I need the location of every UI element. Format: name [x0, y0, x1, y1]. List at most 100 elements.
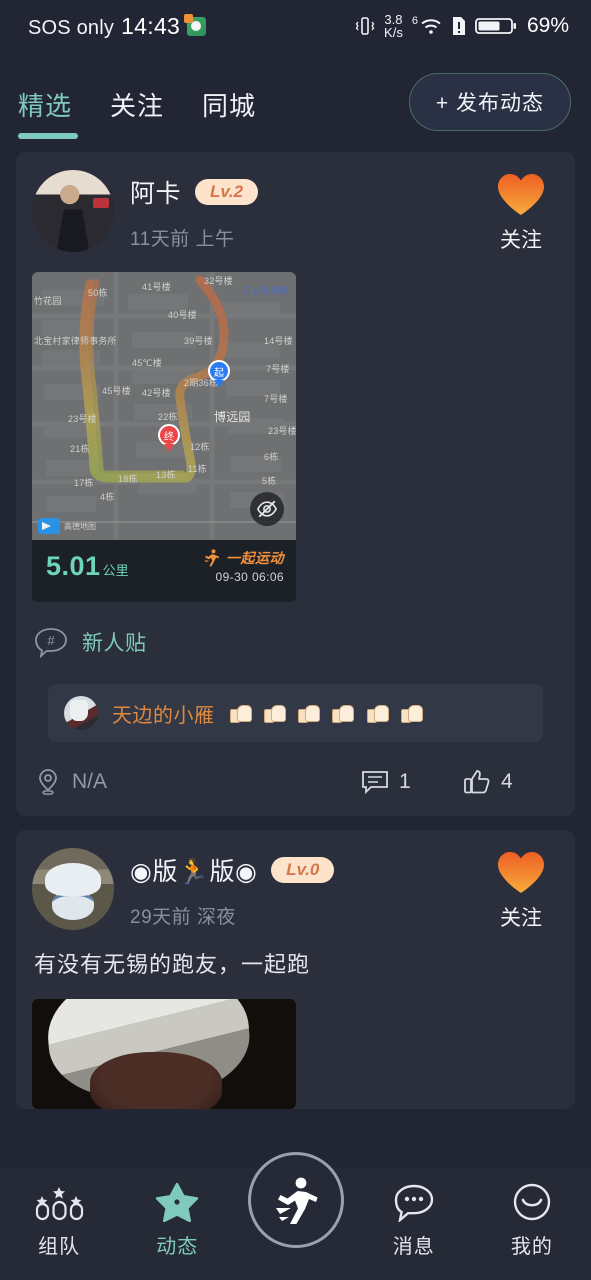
map-label: 13栋: [156, 470, 176, 480]
map-label: 博远园: [214, 410, 251, 424]
comment-author: 天边的小雁: [112, 704, 215, 727]
map-label: 11栋: [188, 464, 207, 474]
comment-count[interactable]: 1: [361, 769, 453, 795]
svg-text:#: #: [47, 633, 55, 648]
user-name[interactable]: 阿卡: [130, 174, 181, 210]
map-label: 6栋: [264, 452, 279, 462]
comment-preview[interactable]: 天边的小雁: [48, 684, 543, 742]
level-badge: Lv.0: [271, 857, 335, 883]
nav-label-profile: 我的: [510, 1236, 553, 1258]
carrier-label: SOS only: [28, 16, 115, 39]
nav-label-messages: 消息: [392, 1236, 435, 1258]
map-label: 41号楼: [142, 282, 171, 292]
thumbs-up-emoji: [263, 702, 286, 724]
nav-item-feed[interactable]: 动态: [118, 1182, 236, 1259]
nav-label-team: 组队: [38, 1236, 81, 1258]
nav-item-profile[interactable]: 我的: [473, 1182, 591, 1259]
start-run-button[interactable]: [247, 1152, 344, 1248]
map-label: 45号楼: [102, 386, 131, 396]
post-timestamp: 29天前 深夜: [130, 907, 236, 928]
post-footer: N/A 1 4: [32, 742, 559, 816]
runner-brand-icon: [204, 549, 219, 567]
post-location-label: N/A: [72, 770, 108, 793]
hashtag-icon: #: [35, 628, 67, 658]
publish-post-button[interactable]: + 发布动态: [408, 73, 571, 131]
distance-value: 5.01: [46, 550, 101, 581]
nav-item-team[interactable]: 组队: [0, 1182, 118, 1259]
map-attribution: 高德地图: [38, 518, 96, 534]
post-body-text: 有没有无锡的跑友，一起跑: [34, 952, 311, 977]
user-name[interactable]: ◉版🏃版◉: [130, 852, 257, 888]
post-photo[interactable]: [32, 998, 296, 1109]
map-provider-icon: [38, 518, 60, 534]
follow-label: 关注: [500, 907, 542, 930]
post-user-meta: 阿卡 Lv.2 11天前 上午: [130, 170, 467, 251]
comment-icon: [362, 771, 388, 795]
map-label: 21栋: [70, 444, 90, 454]
run-map-card[interactable]: 50栋 41号楼 32号楼 万太家具城 40号楼 39号楼 14号楼 7号楼 4…: [32, 272, 296, 602]
comment-count-value: 1: [399, 770, 411, 793]
feed-list: 阿卡 Lv.2 11天前 上午 关注 50栋 41号楼 32号楼 万太家具城 4…: [0, 152, 591, 1109]
distance-unit: 公里: [102, 562, 129, 578]
route-map[interactable]: 50栋 41号楼 32号楼 万太家具城 40号楼 39号楼 14号楼 7号楼 4…: [32, 272, 296, 540]
thumbs-up-emoji: [400, 702, 423, 724]
team-icon: [35, 1187, 84, 1221]
run-brand-label: 一起运动: [226, 550, 284, 566]
map-label: 竹花园: [34, 296, 62, 306]
post-user-meta: ◉版🏃版◉ Lv.0 29天前 深夜: [130, 848, 467, 929]
avatar[interactable]: [32, 170, 114, 252]
clock-label: 14:43: [121, 12, 181, 39]
tab-nearby[interactable]: 同城: [200, 82, 258, 123]
post-header: 阿卡 Lv.2 11天前 上午 关注: [32, 170, 559, 254]
heart-icon: [498, 852, 544, 893]
battery-icon: [475, 18, 516, 34]
map-label: 4栋: [100, 492, 115, 502]
map-label: 18栋: [118, 474, 138, 484]
post-tag-label: 新人贴: [82, 632, 147, 655]
heart-icon: [498, 174, 544, 215]
thumbs-up-icon: [464, 770, 490, 794]
distance-readout: 5.01 公里: [46, 551, 129, 582]
map-label: 12栋: [190, 442, 210, 452]
tab-following[interactable]: 关注: [108, 82, 166, 123]
user-name-row: ◉版🏃版◉ Lv.0: [130, 852, 467, 888]
sim-alert-icon: [452, 17, 465, 35]
network-speed-unit: K/s: [384, 25, 403, 40]
post-timestamp: 11天前 上午: [130, 229, 235, 250]
bottom-navigation: 组队 动态 消息 我的: [0, 1152, 591, 1280]
battery-percent-label: 69%: [526, 14, 569, 37]
eye-slash-icon[interactable]: [250, 492, 284, 526]
status-bar-left: SOS only 14:43: [28, 12, 207, 40]
map-label: 万太家具城: [242, 286, 289, 296]
run-date-label: 09-30 06:06: [215, 570, 284, 584]
map-label: 39号楼: [184, 336, 213, 346]
like-count[interactable]: 4: [463, 768, 555, 796]
thumbs-up-emoji: [297, 702, 321, 724]
weather-icon: [184, 13, 207, 36]
post-tag[interactable]: # 新人贴: [32, 602, 559, 664]
thumbs-up-emoji: [229, 702, 252, 724]
map-label: 32号楼: [204, 276, 233, 286]
comment-emoji-row: [229, 702, 426, 724]
thumbs-up-emoji: [366, 702, 389, 724]
runner-icon: [275, 1177, 318, 1224]
vibrate-icon: [355, 17, 375, 35]
nav-item-messages[interactable]: 消息: [355, 1182, 473, 1259]
tab-list: 精选 关注 同城: [16, 82, 409, 139]
post-card[interactable]: 阿卡 Lv.2 11天前 上午 关注 50栋 41号楼 32号楼 万太家具城 4…: [16, 152, 575, 816]
wifi-icon: [421, 19, 441, 34]
map-label: 40号楼: [168, 310, 197, 320]
thumbs-up-emoji: [331, 702, 355, 724]
card-bottom-strip: [32, 592, 296, 602]
smiley-icon: [513, 1183, 551, 1221]
follow-button[interactable]: 关注: [483, 848, 559, 932]
chat-icon: [394, 1184, 433, 1222]
post-card[interactable]: ◉版🏃版◉ Lv.0 29天前 深夜 关注 有没有无锡的跑友，一起跑: [16, 830, 575, 1109]
nav-label-feed: 动态: [156, 1236, 199, 1258]
tab-featured[interactable]: 精选: [16, 82, 79, 139]
map-label: 23号楼: [268, 426, 296, 436]
follow-button[interactable]: 关注: [483, 170, 559, 254]
avatar[interactable]: [32, 848, 114, 930]
map-label: 5栋: [262, 476, 277, 486]
level-badge: Lv.2: [195, 179, 259, 205]
